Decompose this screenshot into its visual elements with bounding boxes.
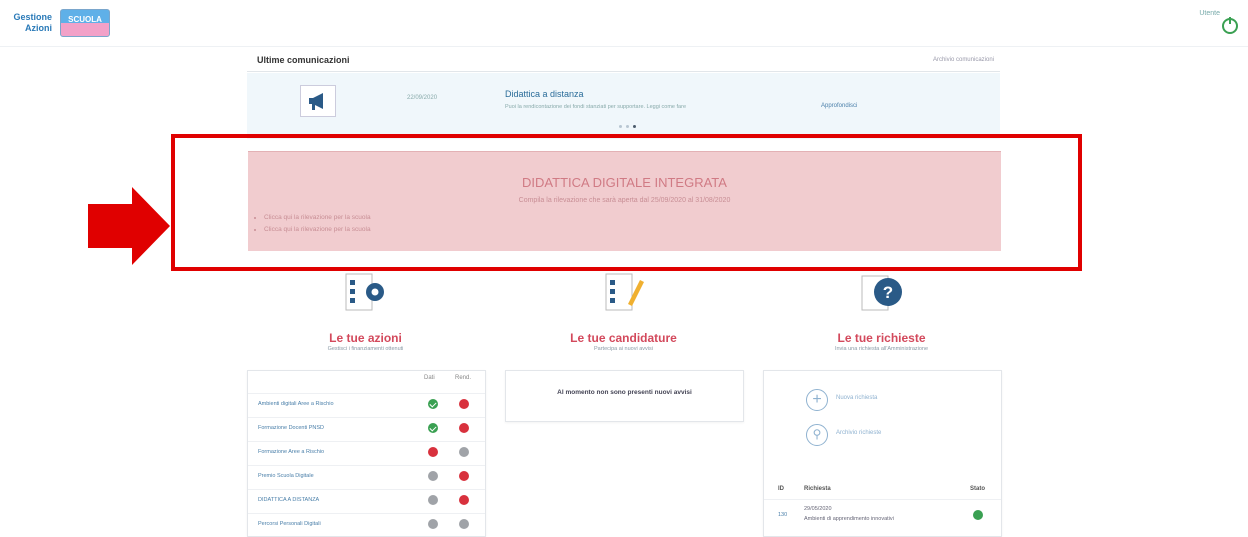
megaphone-icon (300, 85, 336, 117)
table-row[interactable]: Premio Scuola Digitale (248, 465, 485, 486)
user-label: Utente (1199, 10, 1220, 17)
school-logo[interactable]: SCUOLA (60, 9, 110, 37)
col-state-header: Stato (970, 486, 985, 492)
requests-card: + Nuova richiesta ⚲ Archivio richieste I… (763, 370, 1002, 537)
candidature-column: Le tue candidature Partecipa ai nuovi av… (505, 270, 744, 533)
action-name[interactable]: Formazione Docenti PNSD (258, 425, 324, 431)
table-row[interactable]: DIDATTICA A DISTANZA (248, 489, 485, 510)
archive-requests-button[interactable]: ⚲ Archivio richieste (806, 424, 976, 446)
settings-list-icon (345, 273, 384, 311)
search-circle-icon: ⚲ (806, 424, 828, 446)
status-grey-icon (428, 495, 438, 505)
communication-details-link[interactable]: Approfondisci (821, 103, 857, 109)
table-row[interactable]: Formazione Aree a Rischio (248, 441, 485, 462)
carousel-dot[interactable] (626, 125, 629, 128)
communications-archive-link[interactable]: Archivio comunicazioni (933, 57, 994, 63)
communication-description: Puoi la rendicontazione dei fondi stanzi… (505, 104, 687, 110)
action-name[interactable]: Percorsi Personali Digitali (258, 521, 321, 527)
archive-requests-label: Archivio richieste (836, 430, 882, 436)
carousel-dot[interactable] (619, 125, 622, 128)
table-row[interactable]: Percorsi Personali Digitali (248, 513, 485, 534)
status-red-icon (459, 471, 469, 481)
communications-section: Ultime comunicazioni Archivio comunicazi… (247, 49, 1000, 145)
svg-text:?: ? (882, 283, 892, 302)
candidature-empty-message: Al momento non sono presenti nuovi avvis… (557, 389, 692, 396)
top-bar: Gestione Azioni SCUOLA Utente (0, 0, 1248, 47)
col-rend-header: Rend. (455, 375, 472, 381)
communications-carousel[interactable]: 22/09/2020 Didattica a distanza Puoi la … (247, 73, 1000, 139)
actions-title: Le tue azioni (329, 331, 402, 345)
status-red-icon (459, 423, 469, 433)
status-ok-icon (428, 399, 438, 409)
action-name[interactable]: Premio Scuola Digitale (258, 473, 314, 479)
logo-text: SCUOLA (68, 15, 102, 24)
requests-column: ? Le tue richieste Invia una richiesta a… (763, 270, 1002, 537)
status-ok-icon (428, 423, 438, 433)
action-name[interactable]: Formazione Aree a Rischio (258, 449, 324, 455)
communication-date: 22/09/2020 (407, 95, 438, 101)
candidature-subtitle: Partecipa ai nuovi avvisi (593, 346, 653, 352)
table-row[interactable]: Formazione Docenti PNSD (248, 417, 485, 438)
request-id[interactable]: 130 (778, 512, 787, 518)
divider (247, 71, 1000, 72)
communication-title: Didattica a distanza (505, 89, 584, 99)
actions-subtitle: Gestisci i finanziamenti ottenuti (327, 346, 404, 352)
status-grey-icon (428, 519, 438, 529)
pointer-arrow-icon (88, 187, 170, 265)
power-icon[interactable] (1222, 17, 1238, 34)
status-red-icon (459, 495, 469, 505)
requests-title: Le tue richieste (837, 331, 926, 345)
checklist-pencil-icon (605, 273, 644, 311)
highlight-box (171, 134, 1082, 271)
status-red-icon (428, 447, 438, 457)
communications-title: Ultime comunicazioni (257, 55, 350, 65)
action-name[interactable]: Ambienti digitali Aree a Rischio (258, 401, 334, 407)
carousel-dot-active[interactable] (633, 125, 636, 128)
action-name[interactable]: DIDATTICA A DISTANZA (258, 497, 319, 503)
actions-column: Le tue azioni Gestisci i finanziamenti o… (247, 270, 486, 537)
status-ok-icon (973, 510, 983, 520)
status-grey-icon (459, 447, 469, 457)
col-request-header: Richiesta (804, 486, 831, 492)
candidature-card: Al momento non sono presenti nuovi avvis… (505, 370, 744, 422)
status-grey-icon (428, 471, 438, 481)
new-request-button[interactable]: + Nuova richiesta (806, 389, 976, 411)
col-id-header: ID (778, 486, 784, 492)
table-row[interactable]: Ambienti digitali Aree a Rischio (248, 393, 485, 414)
help-question-icon: ? (861, 275, 902, 311)
table-row[interactable]: 130 29/05/2020 Ambienti di apprendimento… (764, 499, 1001, 530)
request-date: 29/05/2020 (804, 506, 832, 512)
col-dati-header: Dati (424, 375, 435, 381)
requests-subtitle: Invia una richiesta all'Amministrazione (834, 346, 929, 352)
status-red-icon (459, 399, 469, 409)
actions-card: Dati Rend. Ambienti digitali Aree a Risc… (247, 370, 486, 537)
carousel-dots (619, 125, 636, 128)
status-grey-icon (459, 519, 469, 529)
brand-line-1: Gestione (13, 12, 52, 22)
brand-name[interactable]: Gestione Azioni (8, 12, 52, 34)
request-text: Ambienti di apprendimento innovativi (804, 516, 894, 522)
candidature-title: Le tue candidature (570, 331, 677, 345)
plus-circle-icon: + (806, 389, 828, 411)
new-request-label: Nuova richiesta (836, 395, 878, 401)
brand-line-2: Azioni (25, 23, 52, 33)
